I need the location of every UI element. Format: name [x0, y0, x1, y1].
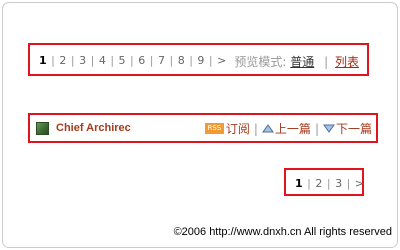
pager-page-link[interactable]: 5 [119, 54, 126, 67]
pager-page-link[interactable]: 7 [158, 54, 165, 67]
pager-page-link[interactable]: 3 [335, 177, 342, 190]
preview-mode-label: 预览模式: [234, 55, 287, 69]
subscribe-link[interactable]: 订阅 [226, 120, 250, 137]
site-name-link[interactable]: Chief Archirec [56, 122, 131, 134]
preview-normal-link[interactable]: 普通 [290, 55, 314, 69]
pager-separator: | [346, 177, 351, 190]
nav-separator: | [314, 121, 319, 136]
pager-page-link[interactable]: 9 [197, 54, 204, 67]
pager-separator: | [149, 54, 154, 67]
down-arrow-icon [323, 124, 335, 133]
next-article-link[interactable]: 下一篇 [336, 120, 372, 137]
preview-mode: 预览模式: 普通 | 列表 [234, 53, 359, 70]
pager-current-page: 1 [295, 177, 303, 190]
prev-article-link[interactable]: 上一篇 [275, 120, 311, 137]
pager-page-link[interactable]: 2 [315, 177, 322, 190]
nav-separator: | [253, 121, 258, 136]
pager-next-link[interactable]: > [217, 54, 226, 67]
top-toolbar-highlight: 1 | 2 | 3 | 4 | 5 | 6 | 7 | 8 | 9 | > 预览… [28, 43, 369, 76]
pager-separator: | [189, 54, 193, 67]
pager-separator: | [51, 54, 55, 67]
pager-separator: | [70, 54, 75, 67]
top-pagination: 1 | 2 | 3 | 4 | 5 | 6 | 7 | 8 | 9 | > [39, 54, 226, 67]
article-nav-links: RSS 订阅 | 上一篇 | 下一篇 [204, 120, 372, 137]
bottom-pagination-highlight: 1 | 2 | 3 | > [284, 168, 364, 196]
copyright-footer: ©2006 http://www.dnxh.cn All rights rese… [173, 226, 392, 238]
rss-icon[interactable]: RSS [204, 123, 224, 134]
pager-page-link[interactable]: 8 [178, 54, 185, 67]
pager-page-link[interactable]: 2 [59, 54, 66, 67]
up-arrow-icon [261, 124, 274, 133]
pager-page-link[interactable]: 4 [99, 54, 106, 67]
bottom-pagination: 1 | 2 | 3 | > [295, 177, 364, 190]
site-logo-icon [36, 122, 49, 135]
preview-list-link[interactable]: 列表 [335, 55, 359, 69]
pager-page-link[interactable]: 3 [79, 54, 86, 67]
pager-separator: | [90, 54, 95, 67]
pager-current-page: 1 [39, 54, 47, 67]
pager-page-link[interactable]: 6 [138, 54, 145, 67]
pager-next-link[interactable]: > [355, 177, 364, 190]
preview-separator: | [324, 55, 329, 69]
pager-separator: | [110, 54, 115, 67]
pager-separator: | [208, 54, 213, 67]
article-nav-highlight: Chief Archirec RSS 订阅 | 上一篇 | 下一篇 [28, 113, 378, 143]
pager-separator: | [169, 54, 174, 67]
pager-separator: | [326, 177, 331, 190]
pager-separator: | [130, 54, 134, 67]
pager-separator: | [307, 177, 311, 190]
